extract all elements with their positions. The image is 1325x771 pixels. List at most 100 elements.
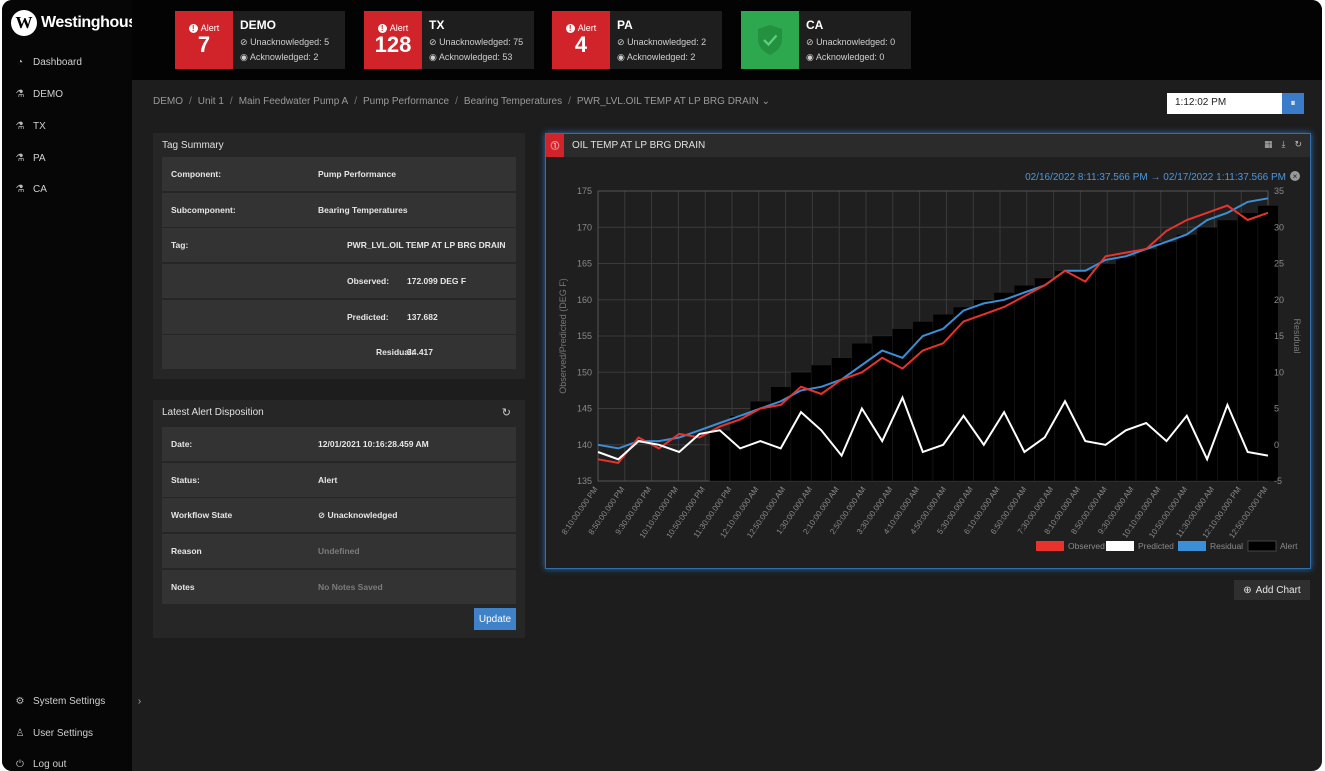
sidebar-item-system-settings[interactable]: ⚙ System Settings › bbox=[14, 696, 142, 707]
date-row: Date: 12/01/2021 10:16:28.459 AM bbox=[162, 427, 516, 461]
chart-title: OIL TEMP AT LP BRG DRAIN bbox=[572, 140, 706, 151]
tag-summary-panel: Tag Summary Component: Pump Performance … bbox=[153, 133, 525, 379]
legend-swatch bbox=[1247, 540, 1277, 552]
sidebar-item-user-settings[interactable]: ♙ User Settings bbox=[14, 728, 94, 739]
sidebar-item-log-out[interactable]: ⏻ Log out bbox=[14, 759, 66, 770]
panel-title: Latest Alert Disposition bbox=[162, 407, 264, 418]
row-value: No Notes Saved bbox=[318, 582, 383, 592]
breadcrumb-item[interactable]: DEMO bbox=[153, 96, 183, 107]
y-axis-label: Observed/Predicted (DEG F) bbox=[558, 278, 568, 394]
eye-slash-icon: ⊘ bbox=[617, 37, 625, 47]
y-tick-label: 135 bbox=[577, 476, 592, 486]
logo-text: Westinghouse bbox=[41, 14, 146, 31]
logo[interactable]: W Westinghouse bbox=[11, 10, 146, 36]
row-value: 137.682 bbox=[407, 312, 438, 322]
row-label: Predicted: bbox=[347, 312, 389, 322]
sidebar-item-dashboard[interactable]: ◔ Dashboard bbox=[14, 57, 82, 68]
y2-tick-label: -5 bbox=[1274, 476, 1282, 486]
eye-slash-icon: ⊘ bbox=[806, 37, 814, 47]
legend-label: Alert bbox=[1280, 541, 1298, 551]
alert-card-tx[interactable]: ! Alert 128 TX ⊘ Unacknowledged: 75 ◉ Ack… bbox=[364, 11, 534, 69]
user-icon: ♙ bbox=[15, 728, 25, 739]
unacknowledged-count: ⊘ Unacknowledged: 75 bbox=[429, 37, 524, 47]
row-label: Date: bbox=[171, 439, 193, 449]
row-value: ⊘ Unacknowledged bbox=[318, 509, 398, 520]
alert-card-pa[interactable]: ! Alert 4 PA ⊘ Unacknowledged: 2 ◉ Acknow… bbox=[552, 11, 722, 69]
flask-icon: ⚗ bbox=[15, 184, 25, 195]
app-window: W Westinghouse ◔ Dashboard ⚗ DEMO ⚗ TX ⚗… bbox=[2, 0, 1322, 771]
flask-icon: ⚗ bbox=[15, 153, 25, 164]
y2-tick-label: 20 bbox=[1274, 295, 1284, 305]
alert-bar bbox=[892, 328, 913, 482]
row-value: PWR_LVL.OIL TEMP AT LP BRG DRAIN bbox=[347, 240, 506, 250]
alert-card-ca[interactable]: CA ⊘ Unacknowledged: 0 ◉ Acknowledged: 0 bbox=[741, 11, 911, 69]
update-button[interactable]: Update bbox=[474, 608, 516, 630]
time-input[interactable]: 1:12:02 PM bbox=[1167, 93, 1282, 114]
breadcrumb-item[interactable]: Unit 1 bbox=[198, 96, 224, 107]
row-value: Bearing Temperatures bbox=[318, 205, 408, 215]
alert-bar bbox=[1176, 234, 1198, 482]
alert-circle-icon: ! bbox=[188, 23, 198, 33]
download-icon[interactable]: ⤓ bbox=[1281, 139, 1285, 150]
y2-tick-label: 10 bbox=[1274, 367, 1284, 377]
legend-label: Residual bbox=[1210, 541, 1243, 551]
history-icon[interactable]: ↻ bbox=[1294, 139, 1302, 150]
power-icon: ⏻ bbox=[16, 759, 24, 770]
sidebar-item-ca[interactable]: ⚗ CA bbox=[14, 184, 47, 195]
y2-tick-label: 30 bbox=[1274, 222, 1284, 232]
y-tick-label: 155 bbox=[577, 331, 592, 341]
alert-bar bbox=[1095, 263, 1116, 482]
sidebar-item-label: TX bbox=[33, 121, 46, 132]
y-tick-label: 160 bbox=[577, 295, 592, 305]
sidebar: W Westinghouse ◔ Dashboard ⚗ DEMO ⚗ TX ⚗… bbox=[2, 0, 146, 771]
legend-swatch bbox=[1178, 541, 1206, 551]
pause-button[interactable]: ⏸ bbox=[1282, 93, 1304, 114]
sidebar-item-pa[interactable]: ⚗ PA bbox=[14, 153, 46, 164]
breadcrumb-item[interactable]: Pump Performance bbox=[363, 96, 449, 107]
breadcrumb-current[interactable]: PWR_LVL.OIL TEMP AT LP BRG DRAIN ⌄ bbox=[577, 96, 770, 107]
legend-swatch bbox=[1106, 541, 1134, 551]
eye-slash-icon: ⊘ bbox=[429, 37, 437, 47]
history-icon[interactable]: ↻ bbox=[502, 406, 511, 419]
row-label: Status: bbox=[171, 475, 200, 485]
chart-header: ⓵ OIL TEMP AT LP BRG DRAIN ▦ ⤓ ↻ bbox=[546, 134, 1310, 157]
predicted-row: Predicted: 137.682 bbox=[162, 300, 516, 334]
alert-circle-icon: ⓵ bbox=[546, 134, 564, 157]
row-label: Component: bbox=[171, 169, 222, 179]
alert-count: 7 bbox=[197, 32, 211, 57]
breadcrumb: DEMO / Unit 1/ Main Feedwater Pump A / Pum… bbox=[153, 96, 770, 107]
row-value: Pump Performance bbox=[318, 169, 396, 179]
y2-axis-label: Residual bbox=[1292, 318, 1302, 353]
y2-tick-label: 0 bbox=[1274, 440, 1279, 450]
y-tick-label: 175 bbox=[577, 186, 592, 196]
sidebar-item-label: System Settings bbox=[33, 696, 106, 707]
workflow-row: Workflow State ⊘ Unacknowledged bbox=[162, 498, 516, 532]
site-name: PA bbox=[617, 18, 633, 32]
panel-title: Tag Summary bbox=[162, 140, 224, 151]
shield-check-icon bbox=[758, 25, 782, 55]
breadcrumb-item[interactable]: Bearing Temperatures bbox=[464, 96, 562, 107]
acknowledged-count: ◉ Acknowledged: 2 bbox=[240, 52, 319, 62]
breadcrumb-item[interactable]: Main Feedwater Pump A bbox=[239, 96, 349, 107]
row-value: 12/01/2021 10:16:28.459 AM bbox=[318, 439, 429, 449]
alert-bar bbox=[932, 314, 954, 482]
sidebar-item-tx[interactable]: ⚗ TX bbox=[14, 121, 46, 132]
add-chart-button[interactable]: ⊕ Add Chart bbox=[1234, 580, 1310, 600]
trend-chart[interactable]: 8:10:00.000 PM8:50:00.000 PM9:30:00.000 … bbox=[546, 157, 1310, 569]
acknowledged-count: ◉ Acknowledged: 2 bbox=[617, 52, 696, 62]
ok-badge bbox=[741, 11, 799, 69]
tag-row: Tag: PWR_LVL.OIL TEMP AT LP BRG DRAIN bbox=[162, 228, 516, 262]
alert-badge: ! Alert 7 bbox=[175, 11, 233, 69]
calendar-icon[interactable]: ▦ bbox=[1264, 139, 1273, 150]
y-tick-label: 150 bbox=[577, 367, 592, 377]
row-label: Reason bbox=[171, 546, 202, 556]
alert-bar bbox=[1135, 248, 1157, 482]
flask-icon: ⚗ bbox=[15, 121, 25, 132]
add-chart-label: Add Chart bbox=[1255, 584, 1301, 596]
component-row: Component: Pump Performance bbox=[162, 157, 516, 191]
eye-icon: ◉ bbox=[806, 52, 814, 62]
legend-swatch bbox=[1036, 541, 1064, 551]
sidebar-item-demo[interactable]: ⚗ DEMO bbox=[14, 89, 63, 100]
alert-bar bbox=[1115, 256, 1137, 482]
alert-card-demo[interactable]: ! Alert 7 DEMO ⊘ Unacknowledged: 5 ◉ Ackn… bbox=[175, 11, 345, 69]
